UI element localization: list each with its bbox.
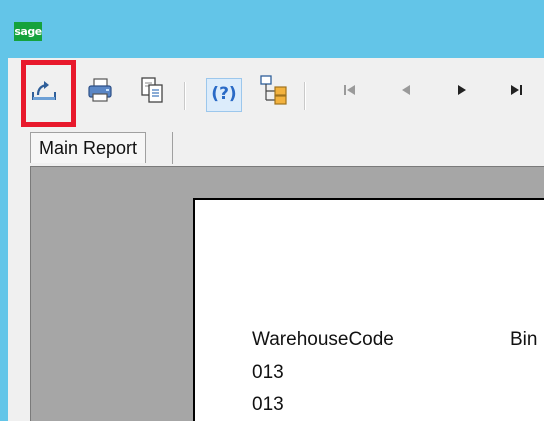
window-border <box>0 58 8 421</box>
previous-page-icon <box>396 80 416 100</box>
tab-divider <box>172 132 173 164</box>
sage-logo: sage <box>14 22 42 41</box>
report-row-warehousecode: 013 <box>252 362 284 383</box>
group-tree-button[interactable] <box>256 72 292 108</box>
report-row-warehousecode: 013 <box>252 394 284 415</box>
column-header-bin: Bin <box>510 329 538 350</box>
last-page-icon <box>506 80 526 100</box>
toolbar: (?) <box>8 58 544 132</box>
next-page-button[interactable] <box>444 72 480 108</box>
print-button[interactable] <box>82 72 118 108</box>
report-page: WarehouseCode Bin 013 013 <box>193 198 544 421</box>
next-page-icon <box>452 80 472 100</box>
first-page-button[interactable] <box>332 72 368 108</box>
column-header-warehousecode: WarehouseCode <box>252 329 394 350</box>
help-button[interactable]: (?) <box>206 78 242 112</box>
printer-icon <box>85 75 115 105</box>
title-bar: sage <box>0 0 544 58</box>
last-page-button[interactable] <box>498 72 534 108</box>
report-viewer-window: sage (?) Main Report WarehouseCode Bin 0… <box>0 0 544 421</box>
help-icon: (?) <box>211 84 237 104</box>
previous-page-button[interactable] <box>388 72 424 108</box>
group-tree-icon <box>258 74 290 106</box>
export-button-highlight <box>21 60 76 127</box>
toolbar-separator <box>304 82 306 110</box>
tab-main-report[interactable]: Main Report <box>30 132 147 163</box>
first-page-icon <box>340 80 360 100</box>
copy-icon <box>137 75 167 105</box>
toolbar-separator <box>184 82 186 110</box>
copy-button[interactable] <box>134 72 170 108</box>
